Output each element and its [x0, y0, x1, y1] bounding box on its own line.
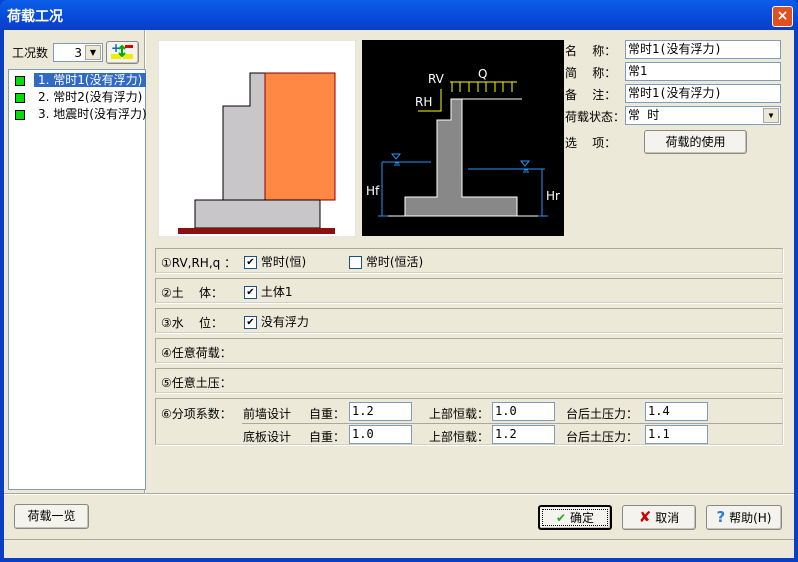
rv-label: RV [428, 72, 445, 86]
self-weight-label: 自重： [309, 430, 346, 444]
base-slab-earth-pressure-input[interactable]: 1.1 [645, 425, 708, 444]
base-slab-self-weight-input[interactable]: 1.0 [349, 425, 412, 444]
divider [4, 493, 794, 495]
short-name-input[interactable]: 常1 [625, 62, 781, 81]
count-select[interactable]: 3 ▼ [53, 43, 103, 62]
base-slab-upper-dead-load-input[interactable]: 1.2 [492, 425, 555, 444]
group-label: ②土 体： [161, 286, 224, 300]
x-icon: ✘ [638, 508, 652, 526]
load-state-label: 荷载状态： [565, 110, 626, 124]
option-label: 选 项： [565, 136, 617, 150]
status-icon [15, 75, 25, 86]
count-label: 工况数 [12, 46, 49, 60]
help-button[interactable]: ? 帮助(H) [706, 505, 782, 530]
chevron-down-icon[interactable]: ▼ [85, 45, 101, 60]
question-icon: ? [716, 508, 726, 526]
upper-dead-load-label: 上部恒载： [429, 407, 490, 421]
checkbox-label: 常时(恒活) [365, 255, 424, 269]
group-rv-rh-q: ①RV,RH,q ： ✔ 常时(恒) 常时(恒活) [155, 248, 783, 273]
group-soil: ②土 体： ✔ 土体1 [155, 278, 783, 303]
status-icon [15, 109, 25, 120]
divider [242, 423, 782, 424]
case-item-label: 2. 常时2(没有浮力) [38, 90, 143, 104]
hr-label: Hr [546, 189, 560, 203]
self-weight-label: 自重： [309, 407, 346, 421]
case-item-label: 3. 地震时(没有浮力) [38, 107, 147, 121]
status-bar [4, 539, 794, 558]
ok-label: 确定 [569, 511, 594, 525]
load-state-value: 常 时 [628, 108, 660, 122]
short-name-label: 简 称： [565, 66, 617, 80]
q-label: Q [478, 67, 487, 81]
close-button[interactable]: × [772, 6, 793, 27]
case-item-label: 1. 常时1(没有浮力) [34, 73, 147, 87]
count-value: 3 [74, 46, 82, 60]
cancel-label: 取消 [655, 511, 680, 525]
front-wall-upper-dead-load-input[interactable]: 1.0 [492, 402, 555, 421]
case-item[interactable]: 1. 常时1(没有浮力) [11, 72, 147, 89]
cancel-button[interactable]: ✘ 取消 [622, 505, 696, 530]
load-diagram: Q RV RH Hf Hr [362, 40, 564, 236]
name-input[interactable]: 常时1(没有浮力) [625, 40, 781, 59]
case-list[interactable]: 1. 常时1(没有浮力) 2. 常时2(没有浮力) 3. 地震时(没有浮力) [8, 69, 147, 490]
case-item[interactable]: 3. 地震时(没有浮力) [11, 106, 147, 123]
front-wall-self-weight-input[interactable]: 1.2 [349, 402, 412, 421]
add-remove-case-button[interactable]: + [106, 41, 139, 64]
help-label: 帮助(H) [729, 511, 772, 525]
check-icon: ✔ [556, 511, 567, 525]
checkbox-constant-live[interactable]: 常时(恒活) [349, 253, 423, 270]
group-label: ⑥分项系数： [161, 407, 232, 421]
ok-button[interactable]: ✔ 确定 [538, 505, 612, 530]
rh-label: RH [415, 95, 432, 109]
checkbox-constant[interactable]: ✔ 常时(恒) [244, 253, 306, 270]
note-label: 备 注： [565, 88, 617, 102]
row-name: 底板设计 [243, 430, 292, 444]
group-water-level: ③水 位： ✔ 没有浮力 [155, 308, 783, 333]
checkbox-soil1[interactable]: ✔ 土体1 [244, 283, 292, 300]
dialog-client: 工况数 3 ▼ + 1. 常时1(没有浮力) 2. 常时2(没有浮力) 3. 地… [4, 30, 794, 558]
upper-dead-load-label: 上部恒载： [429, 430, 490, 444]
status-icon [15, 92, 25, 103]
checkbox-label: 没有浮力 [260, 315, 309, 329]
group-arbitrary-load: ④任意荷载： [155, 338, 783, 363]
dialog-window: 荷载工况 × 工况数 3 ▼ + 1. 常时1(没有浮力) 2. 常时2(没有浮… [0, 0, 798, 562]
group-label: ④任意荷载： [161, 346, 232, 360]
earth-pressure-label: 台后土压力： [566, 430, 639, 444]
hf-label: Hf [366, 184, 380, 198]
case-item[interactable]: 2. 常时2(没有浮力) [11, 89, 143, 106]
add-remove-icon: + [110, 41, 133, 59]
group-partial-factors: ⑥分项系数： 前墙设计 自重： 1.2 上部恒载： 1.0 台后土压力： 1.4… [155, 398, 783, 445]
earth-pressure-label: 台后土压力： [566, 407, 639, 421]
group-label: ①RV,RH,q ： [161, 256, 237, 270]
load-state-select[interactable]: 常 时 ▼ [625, 106, 781, 125]
section-preview [158, 40, 356, 237]
load-usage-button[interactable]: 荷载的使用 [644, 130, 747, 154]
group-label: ③水 位： [161, 316, 224, 330]
window-title: 荷载工况 [7, 9, 63, 25]
name-label: 名 称： [565, 44, 617, 58]
row-name: 前墙设计 [243, 407, 292, 421]
group-arbitrary-earth-pressure: ⑤任意土压： [155, 368, 783, 393]
checkbox-label: 常时(恒) [260, 255, 307, 269]
checkbox-no-buoyancy[interactable]: ✔ 没有浮力 [244, 313, 309, 330]
chevron-down-icon[interactable]: ▼ [763, 108, 779, 123]
checkbox-label: 土体1 [260, 285, 293, 299]
group-label: ⑤任意土压： [161, 376, 232, 390]
note-input[interactable]: 常时1(没有浮力) [625, 84, 781, 103]
front-wall-earth-pressure-input[interactable]: 1.4 [645, 402, 708, 421]
load-list-button[interactable]: 荷载一览 [14, 504, 89, 529]
